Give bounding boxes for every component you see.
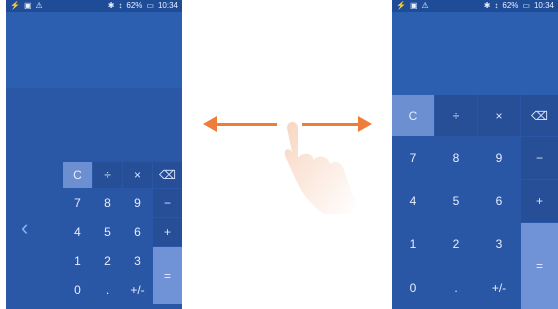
key-6[interactable]: 6 [478, 180, 520, 222]
status-bar: ⚡ ▣ ⚠ ✱ ↕ 62% ▭ 10:34 [392, 0, 558, 12]
key-8[interactable]: 8 [435, 137, 477, 179]
key-plus[interactable]: + [153, 218, 182, 246]
key-plus-minus[interactable]: +/- [478, 266, 520, 309]
hand-swipe-icon [284, 122, 357, 214]
image-icon: ▣ [409, 1, 418, 10]
key-3[interactable]: 3 [123, 247, 152, 275]
status-left-icons: ⚡ ▣ ⚠ [396, 0, 429, 12]
key-multiply[interactable]: × [123, 162, 152, 188]
signal-icon: ↕ [494, 1, 499, 10]
battery-icon: ▭ [146, 1, 154, 10]
key-backspace[interactable]: ⌫ [153, 162, 182, 188]
status-bar: ⚡ ▣ ⚠ ✱ ↕ 62% ▭ 10:34 [6, 0, 182, 12]
key-1[interactable]: 1 [63, 247, 92, 275]
key-5[interactable]: 5 [93, 218, 122, 246]
key-9[interactable]: 9 [123, 189, 152, 217]
key-0[interactable]: 0 [63, 276, 92, 304]
display-area [392, 12, 558, 95]
key-divide[interactable]: ÷ [435, 95, 477, 136]
warning-icon: ⚠ [35, 1, 43, 10]
usb-icon: ⚡ [396, 1, 406, 10]
key-2[interactable]: 2 [93, 247, 122, 275]
status-right-info: ✱ ↕ 62% ▭ 10:34 [108, 0, 178, 12]
time: 10:34 [157, 1, 178, 10]
right-calculator-screen: ⚡ ▣ ⚠ ✱ ↕ 62% ▭ 10:34 C ÷ × ⌫ 7 8 9 − 4 … [392, 0, 558, 309]
time: 10:34 [533, 1, 554, 10]
key-2[interactable]: 2 [435, 223, 477, 265]
key-minus[interactable]: − [521, 137, 558, 179]
key-equals[interactable]: = [153, 247, 182, 304]
usb-icon: ⚡ [10, 1, 20, 10]
key-5[interactable]: 5 [435, 180, 477, 222]
key-7[interactable]: 7 [63, 189, 92, 217]
key-clear[interactable]: C [392, 95, 434, 136]
key-3[interactable]: 3 [478, 223, 520, 265]
key-clear[interactable]: C [63, 162, 92, 188]
battery-icon: ▭ [522, 1, 530, 10]
key-6[interactable]: 6 [123, 218, 152, 246]
key-4[interactable]: 4 [392, 180, 434, 222]
key-divide[interactable]: ÷ [93, 162, 122, 188]
key-9[interactable]: 9 [478, 137, 520, 179]
battery-percent: 62% [126, 1, 143, 10]
key-plus-minus[interactable]: +/- [123, 276, 152, 304]
key-8[interactable]: 8 [93, 189, 122, 217]
bluetooth-icon: ✱ [483, 1, 491, 10]
key-minus[interactable]: − [153, 189, 182, 217]
key-equals[interactable]: = [521, 223, 558, 309]
key-backspace[interactable]: ⌫ [521, 95, 558, 136]
key-7[interactable]: 7 [392, 137, 434, 179]
battery-percent: 62% [502, 1, 519, 10]
bluetooth-icon: ✱ [107, 1, 115, 10]
chevron-left-icon[interactable]: ‹ [21, 217, 28, 239]
warning-icon: ⚠ [421, 1, 429, 10]
status-left-icons: ⚡ ▣ ⚠ [10, 0, 43, 12]
key-multiply[interactable]: × [478, 95, 520, 136]
status-right-info: ✱ ↕ 62% ▭ 10:34 [484, 0, 554, 12]
image-icon: ▣ [23, 1, 32, 10]
signal-icon: ↕ [118, 1, 123, 10]
key-decimal[interactable]: . [93, 276, 122, 304]
left-calculator-screen: ⚡ ▣ ⚠ ✱ ↕ 62% ▭ 10:34 ‹ C ÷ × ⌫ 7 8 9 − … [6, 0, 182, 309]
key-decimal[interactable]: . [435, 266, 477, 309]
key-4[interactable]: 4 [63, 218, 92, 246]
display-area [6, 12, 182, 88]
key-plus[interactable]: + [521, 180, 558, 222]
key-1[interactable]: 1 [392, 223, 434, 265]
key-0[interactable]: 0 [392, 266, 434, 309]
arrow-left-shaft [214, 123, 277, 126]
